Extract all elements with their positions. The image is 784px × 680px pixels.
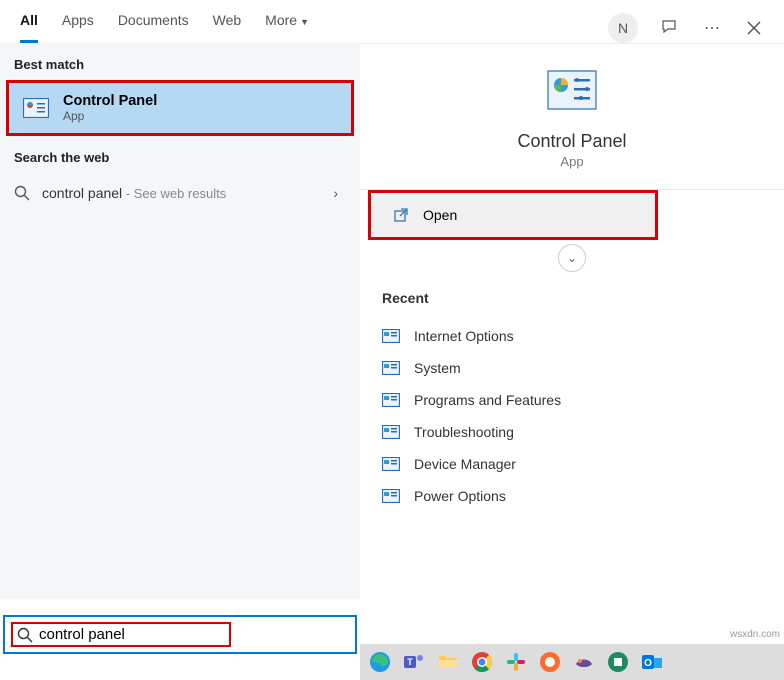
taskbar-teams-icon[interactable]: T (400, 648, 428, 676)
recent-label: Recent (382, 290, 762, 306)
chevron-right-icon: › (333, 185, 338, 201)
search-input[interactable] (39, 626, 209, 643)
recent-item-device-manager[interactable]: Device Manager (382, 448, 762, 480)
open-icon (393, 207, 409, 223)
search-web-label: Search the web (0, 136, 360, 173)
tab-more[interactable]: More▼ (265, 12, 309, 43)
web-result[interactable]: control panel - See web results › (0, 173, 360, 213)
taskbar-slack-icon[interactable] (502, 648, 530, 676)
search-icon (17, 627, 33, 643)
taskbar-explorer-icon[interactable] (434, 648, 462, 676)
recent-item-troubleshooting[interactable]: Troubleshooting (382, 416, 762, 448)
result-subtitle: App (63, 109, 157, 123)
recent-item-programs[interactable]: Programs and Features (382, 384, 762, 416)
tab-documents[interactable]: Documents (118, 12, 189, 43)
app-icon (382, 361, 400, 375)
taskbar-outlook-icon[interactable]: O (638, 648, 666, 676)
search-bar[interactable] (3, 615, 357, 654)
avatar[interactable]: N (608, 13, 638, 43)
preview-title: Control Panel (360, 131, 784, 152)
open-action[interactable]: Open (368, 190, 658, 240)
taskbar-app2-icon[interactable] (570, 648, 598, 676)
taskbar-app1-icon[interactable] (536, 648, 564, 676)
close-icon[interactable] (744, 18, 764, 38)
chevron-down-icon: ▼ (300, 17, 309, 27)
recent-item-internet-options[interactable]: Internet Options (382, 320, 762, 352)
taskbar-chrome-icon[interactable] (468, 648, 496, 676)
preview-subtitle: App (360, 154, 784, 169)
control-panel-icon (23, 98, 49, 118)
control-panel-icon-large (547, 70, 597, 110)
search-icon (14, 185, 30, 201)
results-panel: Best match Control Panel App Search the … (0, 43, 360, 599)
recent-item-system[interactable]: System (382, 352, 762, 384)
web-query-text: control panel - See web results (42, 185, 226, 201)
preview-panel: Control Panel App Open ⌄ Recent Internet… (360, 43, 784, 599)
app-icon (382, 393, 400, 407)
recent-item-power-options[interactable]: Power Options (382, 480, 762, 512)
taskbar: T O (360, 644, 784, 680)
svg-text:T: T (407, 657, 413, 667)
taskbar-app3-icon[interactable] (604, 648, 632, 676)
tab-apps[interactable]: Apps (62, 12, 94, 43)
app-icon (382, 329, 400, 343)
feedback-icon[interactable] (660, 18, 680, 38)
best-match-label: Best match (0, 43, 360, 80)
app-icon (382, 489, 400, 503)
svg-text:O: O (644, 658, 652, 669)
more-icon[interactable]: ⋯ (702, 18, 722, 38)
result-control-panel[interactable]: Control Panel App (6, 80, 354, 136)
tab-all[interactable]: All (20, 12, 38, 43)
result-title: Control Panel (63, 93, 157, 109)
watermark: wsxdn.com (730, 629, 780, 640)
taskbar-edge-icon[interactable] (366, 648, 394, 676)
tab-web[interactable]: Web (213, 12, 242, 43)
expand-button[interactable]: ⌄ (558, 244, 586, 272)
app-icon (382, 425, 400, 439)
app-icon (382, 457, 400, 471)
